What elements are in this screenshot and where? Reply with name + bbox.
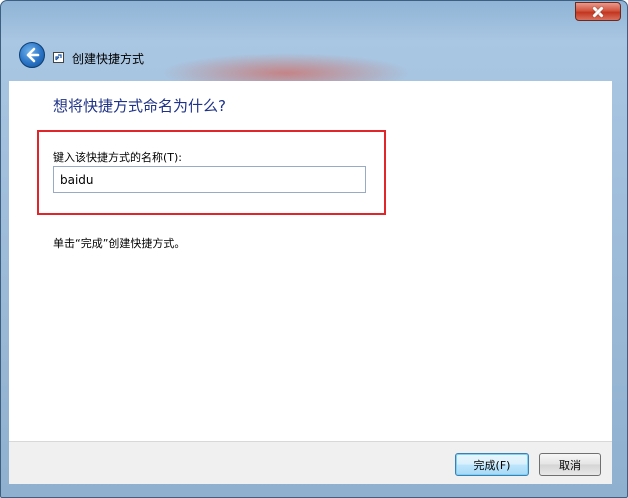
shortcut-name-input[interactable] xyxy=(53,166,366,193)
close-button[interactable] xyxy=(575,2,621,21)
name-field-label: 键入该快捷方式的名称(T): xyxy=(53,151,183,164)
finish-hint: 单击“完成”创建快捷方式。 xyxy=(53,237,186,250)
page-heading: 想将快捷方式命名为什么? xyxy=(53,97,226,115)
finish-button[interactable]: 完成(F) xyxy=(455,453,529,476)
back-button[interactable] xyxy=(19,42,45,68)
back-arrow-icon xyxy=(26,47,40,63)
shortcut-icon xyxy=(53,52,64,63)
cancel-button[interactable]: 取消 xyxy=(539,453,601,476)
button-bar: 完成(F) 取消 xyxy=(9,441,612,484)
content-panel: 想将快捷方式命名为什么? 键入该快捷方式的名称(T): 单击“完成”创建快捷方式… xyxy=(9,81,612,441)
wizard-window: 创建快捷方式 想将快捷方式命名为什么? 键入该快捷方式的名称(T): 单击“完成… xyxy=(0,0,628,498)
title-bar: 创建快捷方式 xyxy=(1,1,627,81)
wizard-title: 创建快捷方式 xyxy=(72,52,145,66)
